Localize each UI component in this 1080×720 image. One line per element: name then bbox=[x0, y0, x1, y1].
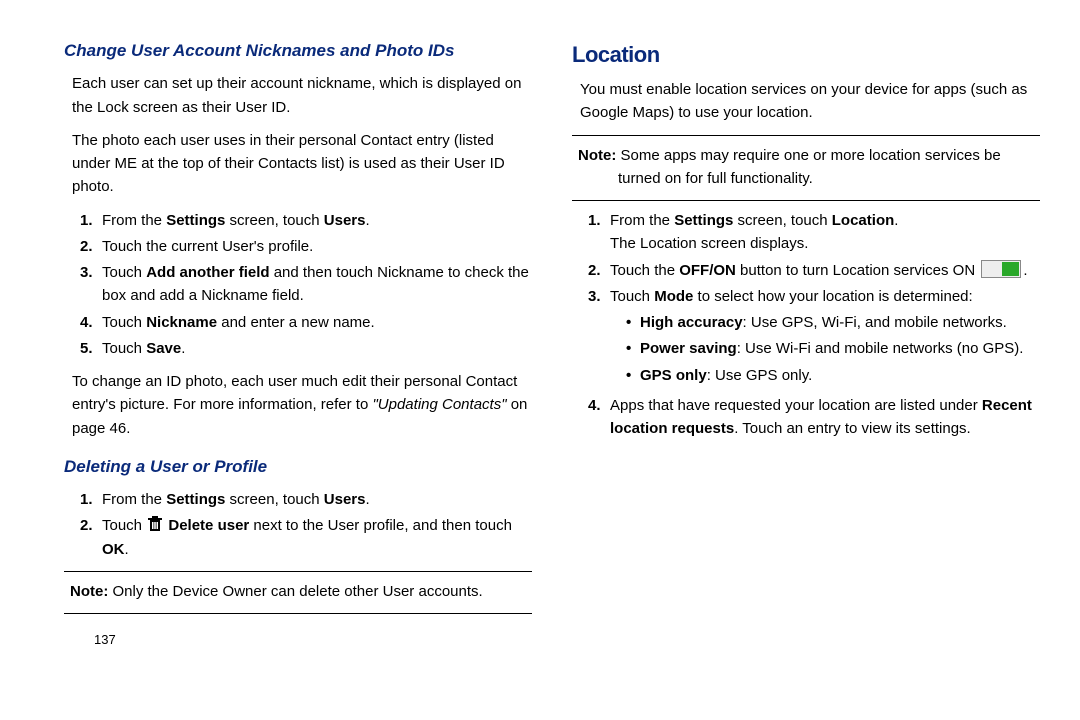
note-label: Note: bbox=[70, 583, 108, 600]
mode-bullets: High accuracy: Use GPS, Wi-Fi, and mobil… bbox=[610, 311, 1040, 387]
note-location-services: Note: Some apps may require one or more … bbox=[572, 144, 1040, 191]
step-number: 2. bbox=[80, 514, 102, 561]
step-body: Touch Add another field and then touch N… bbox=[102, 261, 532, 308]
divider bbox=[572, 200, 1040, 201]
divider bbox=[64, 613, 532, 614]
text: : Use GPS only. bbox=[707, 367, 813, 384]
bold-users: Users bbox=[324, 491, 366, 508]
step-body: Touch the OFF/ON button to turn Location… bbox=[610, 259, 1040, 282]
step-number: 1. bbox=[80, 209, 102, 232]
step-body: Touch Nickname and enter a new name. bbox=[102, 311, 532, 334]
step-number: 1. bbox=[80, 488, 102, 511]
heading-deleting-user: Deleting a User or Profile bbox=[64, 454, 532, 480]
text: Touch bbox=[610, 288, 654, 305]
bold-settings: Settings bbox=[674, 212, 733, 229]
step-number: 3. bbox=[80, 261, 102, 308]
bold-add-field: Add another field bbox=[146, 264, 269, 281]
para-location-intro: You must enable location services on you… bbox=[572, 78, 1040, 125]
steps-delete-user: 1. From the Settings screen, touch Users… bbox=[64, 488, 532, 561]
steps-change-nickname: 1. From the Settings screen, touch Users… bbox=[64, 209, 532, 361]
step-body: From the Settings screen, touch Users. bbox=[102, 209, 532, 232]
divider bbox=[572, 135, 1040, 136]
step-body: Touch Delete user next to the User profi… bbox=[102, 514, 532, 561]
heading-change-nicknames: Change User Account Nicknames and Photo … bbox=[64, 38, 532, 64]
step-number: 4. bbox=[588, 394, 610, 441]
para-nickname-intro: Each user can set up their account nickn… bbox=[64, 72, 532, 119]
bold-nickname: Nickname bbox=[146, 314, 217, 331]
text: . bbox=[125, 541, 129, 558]
step-number: 3. bbox=[588, 285, 610, 391]
step-body: From the Settings screen, touch Location… bbox=[610, 209, 1040, 256]
note-text: Some apps may require one or more locati… bbox=[616, 147, 1000, 187]
bold-save: Save bbox=[146, 340, 181, 357]
step-number: 2. bbox=[80, 235, 102, 258]
text: to select how your location is determine… bbox=[693, 288, 972, 305]
text: From the bbox=[102, 212, 166, 229]
note-label: Note: bbox=[578, 147, 616, 164]
step-body: Touch the current User's profile. bbox=[102, 235, 532, 258]
left-column: Change User Account Nicknames and Photo … bbox=[64, 38, 532, 720]
text: Apps that have requested your location a… bbox=[610, 397, 982, 414]
text: . bbox=[1023, 262, 1027, 279]
text: button to turn Location services ON bbox=[736, 262, 979, 279]
bold-off-on: OFF/ON bbox=[679, 262, 736, 279]
step-body: Apps that have requested your location a… bbox=[610, 394, 1040, 441]
text: Touch bbox=[102, 314, 146, 331]
bold-gps-only: GPS only bbox=[640, 367, 707, 384]
step-number: 2. bbox=[588, 259, 610, 282]
bold-settings: Settings bbox=[166, 491, 225, 508]
text: The Location screen displays. bbox=[610, 235, 808, 252]
bold-delete-user: Delete user bbox=[168, 517, 249, 534]
text: next to the User profile, and then touch bbox=[249, 517, 512, 534]
divider bbox=[64, 571, 532, 572]
step-number: 1. bbox=[588, 209, 610, 256]
bold-users: Users bbox=[324, 212, 366, 229]
text: From the bbox=[102, 491, 166, 508]
para-change-photo: To change an ID photo, each user much ed… bbox=[64, 370, 532, 440]
step-number: 5. bbox=[80, 337, 102, 360]
text: screen, touch bbox=[733, 212, 831, 229]
toggle-on-icon bbox=[981, 260, 1021, 278]
text: . bbox=[181, 340, 185, 357]
text: Touch bbox=[102, 340, 146, 357]
note-text: Only the Device Owner can delete other U… bbox=[108, 583, 482, 600]
text: screen, touch bbox=[225, 212, 323, 229]
para-photo-intro: The photo each user uses in their person… bbox=[64, 129, 532, 199]
steps-location: 1. From the Settings screen, touch Locat… bbox=[572, 209, 1040, 440]
text: : Use GPS, Wi-Fi, and mobile networks. bbox=[743, 314, 1007, 331]
text: : Use Wi-Fi and mobile networks (no GPS)… bbox=[737, 340, 1024, 357]
text: Touch bbox=[102, 517, 146, 534]
text: . bbox=[365, 491, 369, 508]
bold-settings: Settings bbox=[166, 212, 225, 229]
bold-power-saving: Power saving bbox=[640, 340, 737, 357]
bold-ok: OK bbox=[102, 541, 125, 558]
bold-mode: Mode bbox=[654, 288, 693, 305]
step-body: From the Settings screen, touch Users. bbox=[102, 488, 532, 511]
text: screen, touch bbox=[225, 491, 323, 508]
ref-updating-contacts: "Updating Contacts" bbox=[372, 396, 506, 413]
step-number: 4. bbox=[80, 311, 102, 334]
step-body: Touch Mode to select how your location i… bbox=[610, 285, 1040, 391]
bold-location: Location bbox=[832, 212, 895, 229]
step-body: Touch Save. bbox=[102, 337, 532, 360]
text: From the bbox=[610, 212, 674, 229]
text: and enter a new name. bbox=[217, 314, 375, 331]
text: Touch bbox=[102, 264, 146, 281]
text: Touch the bbox=[610, 262, 679, 279]
text: . bbox=[365, 212, 369, 229]
right-column: Location You must enable location servic… bbox=[572, 38, 1040, 720]
text: . bbox=[894, 212, 898, 229]
text: . Touch an entry to view its settings. bbox=[734, 420, 971, 437]
bold-high-accuracy: High accuracy bbox=[640, 314, 743, 331]
trash-icon bbox=[148, 516, 162, 532]
page-number: 137 bbox=[64, 630, 532, 650]
note-owner-only: Note: Only the Device Owner can delete o… bbox=[64, 580, 532, 603]
heading-location: Location bbox=[572, 38, 1040, 72]
